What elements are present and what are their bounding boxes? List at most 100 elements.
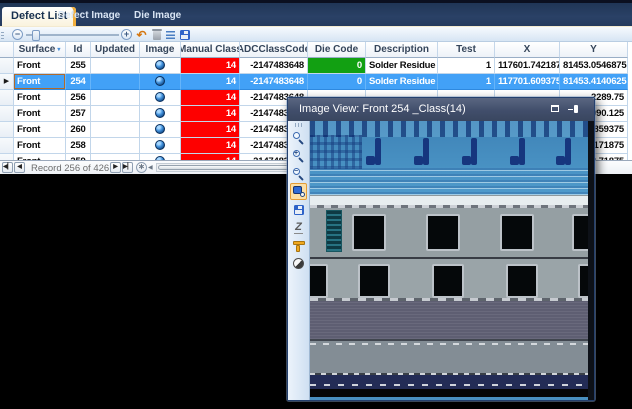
- column-header-test[interactable]: Test: [438, 42, 495, 58]
- previous-record-button[interactable]: ◀: [14, 162, 25, 173]
- image-pad-row-2: [310, 257, 594, 301]
- cell-updated[interactable]: [91, 122, 140, 138]
- save-image-button[interactable]: [290, 201, 307, 218]
- cell-description[interactable]: Solder Residue: [366, 58, 438, 74]
- cell-updated[interactable]: [91, 106, 140, 122]
- toolstrip-grip[interactable]: [295, 123, 303, 127]
- cell-die_code[interactable]: 0: [308, 74, 366, 90]
- cell-test[interactable]: 1: [438, 58, 495, 74]
- cell-test[interactable]: 1: [438, 74, 495, 90]
- row-selector-cell[interactable]: [0, 58, 14, 74]
- undo-icon[interactable]: ↶: [135, 29, 148, 41]
- cell-adc_class_code[interactable]: -2147483648: [240, 58, 308, 74]
- last-record-button[interactable]: ▶▏: [122, 162, 133, 173]
- column-header-manual_class[interactable]: Manual Class: [181, 42, 240, 58]
- cell-surface[interactable]: Front: [14, 90, 66, 106]
- list-view-icon[interactable]: [164, 29, 177, 41]
- column-header-surface[interactable]: Surface▾: [14, 42, 66, 58]
- column-header-id[interactable]: Id: [66, 42, 91, 58]
- column-header-x[interactable]: X: [495, 42, 560, 58]
- cell-surface[interactable]: Front: [14, 58, 66, 74]
- cell-id[interactable]: 255: [66, 58, 91, 74]
- row-selector-cell[interactable]: [0, 122, 14, 138]
- cell-updated[interactable]: [91, 58, 140, 74]
- pin-icon[interactable]: [568, 105, 578, 114]
- cell-manual_class[interactable]: 14: [181, 122, 240, 138]
- tab-defect-image[interactable]: Defect Image: [52, 8, 126, 24]
- defect-image-icon[interactable]: [155, 124, 165, 134]
- zoom-in-button[interactable]: +: [121, 29, 132, 40]
- defect-image-icon[interactable]: [155, 60, 165, 70]
- defect-image-icon[interactable]: [155, 140, 165, 150]
- cell-surface[interactable]: Front: [14, 138, 66, 154]
- measure-button[interactable]: [290, 237, 307, 254]
- image-zoom-out-button[interactable]: −: [290, 165, 307, 182]
- cell-image[interactable]: [140, 90, 181, 106]
- cell-image[interactable]: [140, 106, 181, 122]
- column-header-description[interactable]: Description: [366, 42, 438, 58]
- column-header-adc_class_code[interactable]: ADCClassCode: [240, 42, 308, 58]
- image-view-window: Image View: Front 254 _Class(14) + −: [287, 97, 595, 401]
- contrast-button[interactable]: [290, 255, 307, 272]
- scroll-left-arrow-icon[interactable]: ◀: [148, 164, 153, 171]
- defect-image-icon[interactable]: [155, 76, 165, 86]
- new-record-button[interactable]: ∗: [136, 162, 147, 173]
- annotation-button[interactable]: Z: [290, 219, 307, 236]
- cell-manual_class[interactable]: 14: [181, 58, 240, 74]
- defect-image-canvas[interactable]: [310, 121, 594, 400]
- save-icon[interactable]: [178, 29, 191, 41]
- table-row[interactable]: Front255 14-21474836480Solder Residue1117…: [0, 58, 632, 74]
- cell-updated[interactable]: [91, 138, 140, 154]
- cell-image[interactable]: [140, 74, 181, 90]
- cell-id[interactable]: 258: [66, 138, 91, 154]
- screenshot-stage: Defect List Defect Image Die Image − + ↶…: [0, 0, 632, 409]
- cell-adc_class_code[interactable]: -2147483648: [240, 74, 308, 90]
- column-header-updated[interactable]: Updated: [91, 42, 140, 58]
- delete-icon[interactable]: [150, 29, 163, 41]
- column-header-image[interactable]: Image: [140, 42, 181, 58]
- defect-image-icon[interactable]: [155, 92, 165, 102]
- next-record-button[interactable]: ▶: [110, 162, 121, 173]
- defect-image-icon[interactable]: [155, 108, 165, 118]
- table-row[interactable]: ▶Front254 14-21474836480Solder Residue111…: [0, 74, 632, 90]
- cell-manual_class[interactable]: 14: [181, 106, 240, 122]
- zoom-slider-thumb[interactable]: [32, 30, 40, 41]
- column-header-y[interactable]: Y: [560, 42, 628, 58]
- cell-surface[interactable]: Front: [14, 106, 66, 122]
- image-zoom-in-button[interactable]: +: [290, 147, 307, 164]
- cell-description[interactable]: Solder Residue: [366, 74, 438, 90]
- cell-manual_class[interactable]: 14: [181, 90, 240, 106]
- cell-updated[interactable]: [91, 90, 140, 106]
- row-selector-cell[interactable]: [0, 90, 14, 106]
- image-view-titlebar[interactable]: Image View: Front 254 _Class(14): [288, 98, 594, 121]
- toolbar-grip[interactable]: [1, 30, 4, 39]
- cell-image[interactable]: [140, 122, 181, 138]
- cell-y[interactable]: 81453.0546875: [560, 58, 628, 74]
- row-selector-cell[interactable]: [0, 138, 14, 154]
- cell-surface[interactable]: Front: [14, 74, 66, 90]
- cell-id[interactable]: 254: [66, 74, 91, 90]
- cell-id[interactable]: 256: [66, 90, 91, 106]
- cell-y[interactable]: 81453.4140625: [560, 74, 628, 90]
- cell-x[interactable]: 117601.742187: [495, 58, 560, 74]
- zoom-out-button[interactable]: −: [12, 29, 23, 40]
- cell-id[interactable]: 260: [66, 122, 91, 138]
- cell-die_code[interactable]: 0: [308, 58, 366, 74]
- cell-id[interactable]: 257: [66, 106, 91, 122]
- column-header-die_code[interactable]: Die Code: [308, 42, 366, 58]
- zoom-actual-button[interactable]: [290, 129, 307, 146]
- tab-die-image[interactable]: Die Image: [128, 8, 187, 24]
- selected-row-marker[interactable]: ▶: [0, 74, 14, 90]
- cell-surface[interactable]: Front: [14, 122, 66, 138]
- cell-updated[interactable]: [91, 74, 140, 90]
- maximize-icon[interactable]: [551, 105, 559, 112]
- cell-image[interactable]: [140, 138, 181, 154]
- cell-manual_class[interactable]: 14: [181, 74, 240, 90]
- cell-manual_class[interactable]: 14: [181, 138, 240, 154]
- first-record-button[interactable]: ◀▏: [2, 162, 13, 173]
- cell-image[interactable]: [140, 58, 181, 74]
- cell-x[interactable]: 117701.609375: [495, 74, 560, 90]
- image-black-band: [310, 389, 594, 397]
- fit-to-window-button[interactable]: [290, 183, 307, 200]
- row-selector-cell[interactable]: [0, 106, 14, 122]
